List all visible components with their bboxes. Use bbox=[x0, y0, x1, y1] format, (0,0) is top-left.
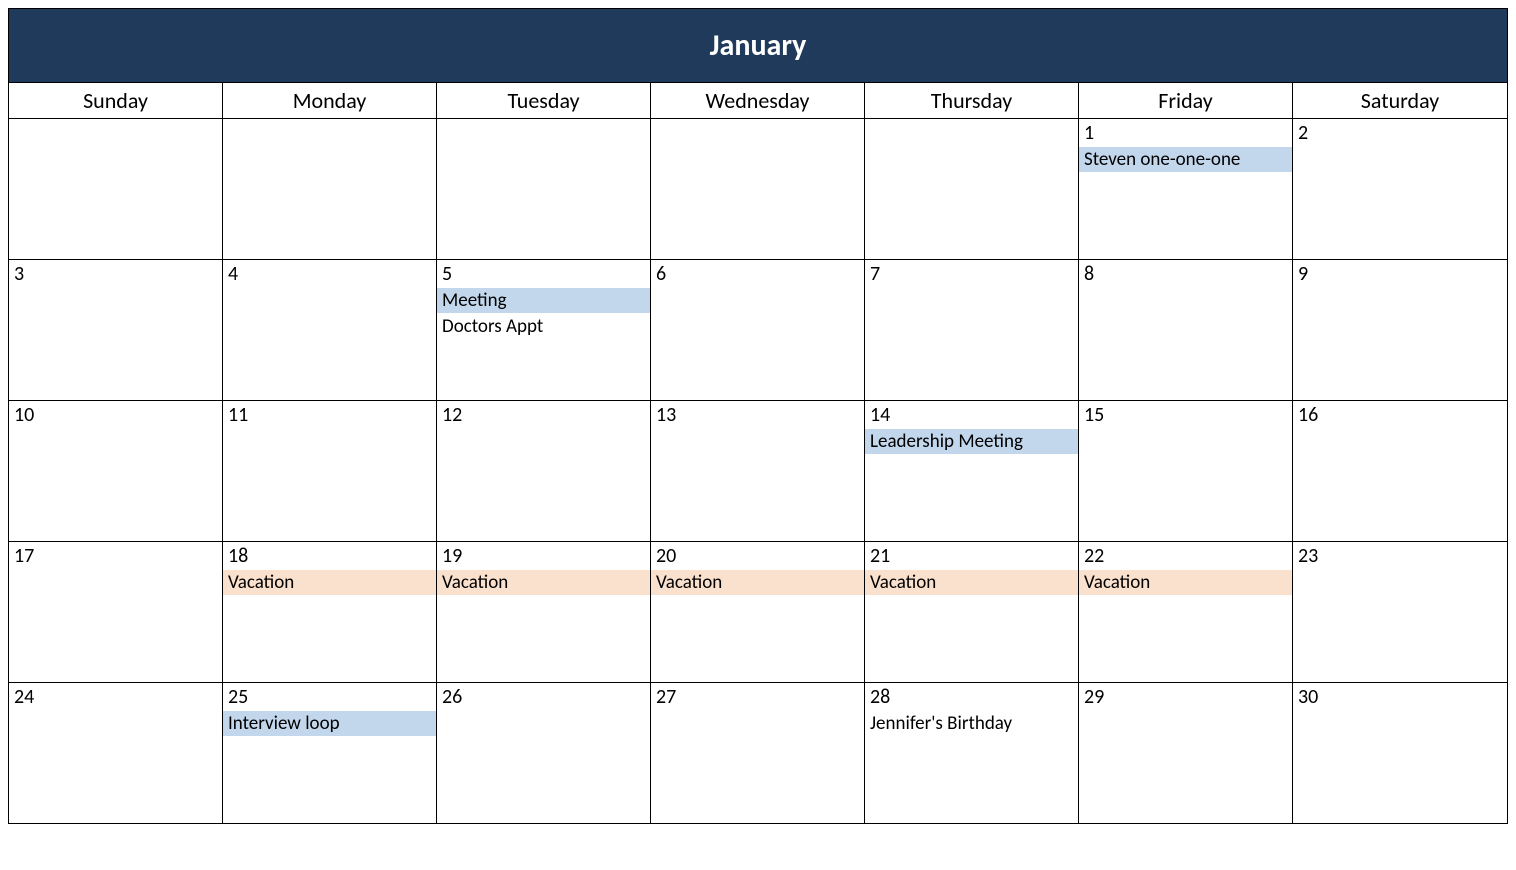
day-cell[interactable]: 26 bbox=[437, 683, 651, 823]
day-number: 13 bbox=[651, 401, 864, 429]
day-number: 3 bbox=[9, 260, 222, 288]
day-number: 26 bbox=[437, 683, 650, 711]
day-cell[interactable]: 13 bbox=[651, 401, 865, 541]
day-number: 15 bbox=[1079, 401, 1292, 429]
day-header-tuesday: Tuesday bbox=[437, 83, 651, 118]
day-cell[interactable]: 5MeetingDoctors Appt bbox=[437, 260, 651, 400]
day-cell[interactable]: 3 bbox=[9, 260, 223, 400]
day-cell[interactable]: 14Leadership Meeting bbox=[865, 401, 1079, 541]
day-number bbox=[437, 119, 650, 123]
day-number: 25 bbox=[223, 683, 436, 711]
day-number: 23 bbox=[1293, 542, 1507, 570]
day-cell[interactable] bbox=[9, 119, 223, 259]
day-number bbox=[9, 119, 222, 123]
calendar-event[interactable]: Steven one-one-one bbox=[1079, 147, 1292, 172]
day-cell[interactable]: 29 bbox=[1079, 683, 1293, 823]
day-number: 5 bbox=[437, 260, 650, 288]
week-row: 2425Interview loop262728Jennifer's Birth… bbox=[9, 683, 1507, 823]
day-number: 10 bbox=[9, 401, 222, 429]
calendar-event[interactable]: Vacation bbox=[865, 570, 1078, 595]
day-number: 27 bbox=[651, 683, 864, 711]
day-cell[interactable]: 4 bbox=[223, 260, 437, 400]
day-number: 8 bbox=[1079, 260, 1292, 288]
week-row: 1011121314Leadership Meeting1516 bbox=[9, 401, 1507, 542]
day-header-sunday: Sunday bbox=[9, 83, 223, 118]
day-cell[interactable]: 7 bbox=[865, 260, 1079, 400]
day-number: 30 bbox=[1293, 683, 1507, 711]
day-number: 22 bbox=[1079, 542, 1292, 570]
day-cell[interactable]: 21Vacation bbox=[865, 542, 1079, 682]
day-cell[interactable]: 20Vacation bbox=[651, 542, 865, 682]
day-cell[interactable]: 24 bbox=[9, 683, 223, 823]
day-number: 2 bbox=[1293, 119, 1507, 147]
weeks-container: 1Steven one-one-one2345MeetingDoctors Ap… bbox=[9, 119, 1507, 823]
day-cell[interactable] bbox=[651, 119, 865, 259]
day-number: 14 bbox=[865, 401, 1078, 429]
calendar-event[interactable]: Interview loop bbox=[223, 711, 436, 736]
day-cell[interactable] bbox=[437, 119, 651, 259]
calendar-event[interactable]: Meeting bbox=[437, 288, 650, 313]
day-header-saturday: Saturday bbox=[1293, 83, 1507, 118]
day-number: 21 bbox=[865, 542, 1078, 570]
day-cell[interactable]: 12 bbox=[437, 401, 651, 541]
day-number: 11 bbox=[223, 401, 436, 429]
day-cell[interactable]: 18Vacation bbox=[223, 542, 437, 682]
day-number: 7 bbox=[865, 260, 1078, 288]
day-header-row: Sunday Monday Tuesday Wednesday Thursday… bbox=[9, 83, 1507, 119]
day-cell[interactable]: 16 bbox=[1293, 401, 1507, 541]
calendar-event[interactable]: Jennifer's Birthday bbox=[865, 711, 1078, 736]
day-header-wednesday: Wednesday bbox=[651, 83, 865, 118]
week-row: 1Steven one-one-one2 bbox=[9, 119, 1507, 260]
day-header-friday: Friday bbox=[1079, 83, 1293, 118]
day-cell[interactable]: 11 bbox=[223, 401, 437, 541]
day-cell[interactable]: 10 bbox=[9, 401, 223, 541]
day-number: 12 bbox=[437, 401, 650, 429]
day-number bbox=[223, 119, 436, 123]
day-number: 16 bbox=[1293, 401, 1507, 429]
day-cell[interactable]: 27 bbox=[651, 683, 865, 823]
calendar-event[interactable]: Vacation bbox=[651, 570, 864, 595]
day-cell[interactable] bbox=[865, 119, 1079, 259]
day-number: 4 bbox=[223, 260, 436, 288]
day-number: 19 bbox=[437, 542, 650, 570]
day-cell[interactable]: 15 bbox=[1079, 401, 1293, 541]
day-number: 24 bbox=[9, 683, 222, 711]
day-cell[interactable]: 17 bbox=[9, 542, 223, 682]
day-header-thursday: Thursday bbox=[865, 83, 1079, 118]
day-number: 28 bbox=[865, 683, 1078, 711]
day-number bbox=[865, 119, 1078, 123]
calendar-event[interactable]: Vacation bbox=[437, 570, 650, 595]
calendar: January Sunday Monday Tuesday Wednesday … bbox=[8, 8, 1508, 824]
day-number: 18 bbox=[223, 542, 436, 570]
day-number: 9 bbox=[1293, 260, 1507, 288]
calendar-event[interactable]: Vacation bbox=[223, 570, 436, 595]
day-cell[interactable]: 28Jennifer's Birthday bbox=[865, 683, 1079, 823]
day-number bbox=[651, 119, 864, 123]
day-cell[interactable]: 1Steven one-one-one bbox=[1079, 119, 1293, 259]
day-number: 29 bbox=[1079, 683, 1292, 711]
day-cell[interactable]: 23 bbox=[1293, 542, 1507, 682]
calendar-event[interactable]: Doctors Appt bbox=[437, 314, 650, 339]
day-header-monday: Monday bbox=[223, 83, 437, 118]
day-cell[interactable]: 8 bbox=[1079, 260, 1293, 400]
day-number: 6 bbox=[651, 260, 864, 288]
day-cell[interactable]: 19Vacation bbox=[437, 542, 651, 682]
day-number: 1 bbox=[1079, 119, 1292, 147]
day-cell[interactable] bbox=[223, 119, 437, 259]
week-row: 1718Vacation19Vacation20Vacation21Vacati… bbox=[9, 542, 1507, 683]
calendar-event[interactable]: Vacation bbox=[1079, 570, 1292, 595]
day-cell[interactable]: 2 bbox=[1293, 119, 1507, 259]
day-cell[interactable]: 6 bbox=[651, 260, 865, 400]
day-number: 17 bbox=[9, 542, 222, 570]
day-cell[interactable]: 25Interview loop bbox=[223, 683, 437, 823]
calendar-event[interactable]: Leadership Meeting bbox=[865, 429, 1078, 454]
day-number: 20 bbox=[651, 542, 864, 570]
day-cell[interactable]: 9 bbox=[1293, 260, 1507, 400]
month-title: January bbox=[9, 9, 1507, 83]
day-cell[interactable]: 30 bbox=[1293, 683, 1507, 823]
week-row: 345MeetingDoctors Appt6789 bbox=[9, 260, 1507, 401]
day-cell[interactable]: 22Vacation bbox=[1079, 542, 1293, 682]
